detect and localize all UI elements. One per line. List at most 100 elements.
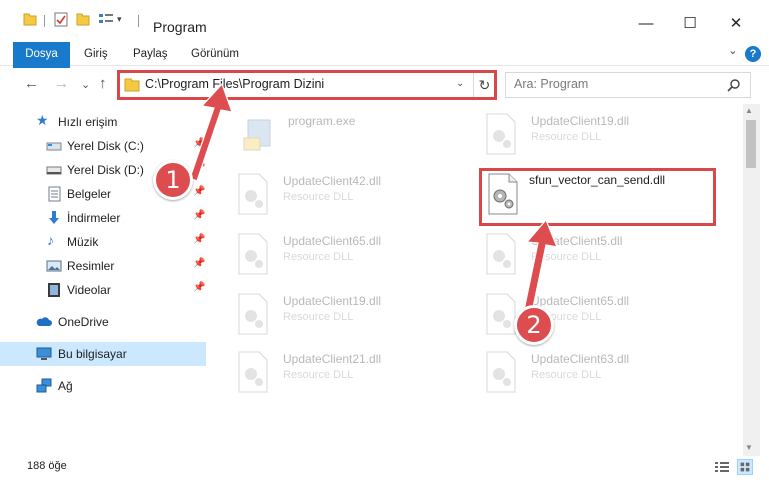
file-name: UpdateClient19.dll [531,114,630,128]
videos-icon [48,283,60,297]
file-name: UpdateClient5.dll [531,234,623,248]
dll-icon [238,293,268,335]
tab-view[interactable]: Görünüm [191,42,239,66]
pictures-icon [46,260,62,272]
scroll-down-icon[interactable]: ▼ [745,443,753,452]
close-button[interactable]: ✕ [716,10,756,38]
dll-icon [486,351,516,393]
up-arrow-icon[interactable]: ↑ [99,75,107,92]
status-bar [0,456,769,489]
scroll-up-icon[interactable]: ▲ [745,106,753,115]
drive-c-icon [46,142,62,151]
details-view-icon[interactable] [715,461,729,473]
file-name: UpdateClient65.dll [531,294,630,308]
file-name: UpdateClient19.dll [283,294,382,308]
pin-icon: 📌 [193,186,206,197]
folder-icon [23,13,37,26]
search-placeholder[interactable]: Ara: Program [514,77,588,91]
sidebar-item-label: İndirmeler [67,211,121,225]
program-exe-icon [243,119,271,151]
file-item[interactable]: UpdateClient65.dll Resource DLL [233,230,473,280]
navigation-pane: ★ Hızlı erişim Yerel Disk (C:) 📌 Yerel D… [0,104,212,456]
tab-share[interactable]: Paylaş [133,42,168,66]
sidebar-item-label: Resimler [67,259,115,273]
pin-icon: 📌 [193,234,206,245]
address-highlight-box [117,70,497,100]
sidebar-item-pictures[interactable]: Resimler 📌 [0,254,206,278]
collapse-ribbon-icon[interactable]: ⌄ [728,39,738,63]
sidebar-item-label: Hızlı erişim [58,115,118,129]
documents-icon [48,186,61,202]
file-item[interactable]: UpdateClient63.dll Resource DLL [481,348,721,398]
file-type: Resource DLL [531,369,602,381]
sidebar-item-videos[interactable]: Videolar 📌 [0,278,206,302]
file-item[interactable]: UpdateClient19.dll Resource DLL [481,110,721,160]
sidebar-item-downloads[interactable]: İndirmeler 📌 [0,206,206,230]
maximize-button[interactable]: ☐ [670,10,710,38]
recent-locations-icon[interactable]: ⌄ [81,78,90,91]
sidebar-item-label: Yerel Disk (D:) [67,163,144,177]
step-2-callout: 2 [514,305,554,345]
file-name: UpdateClient21.dll [283,352,382,366]
sidebar-item-drive-c[interactable]: Yerel Disk (C:) 📌 [0,134,206,158]
file-item[interactable]: UpdateClient42.dll Resource DLL [233,170,473,220]
back-arrow-icon[interactable]: ← [24,75,39,92]
window-title: Program [153,19,207,35]
item-count: 188 öğe [27,460,67,472]
sidebar-item-label: Bu bilgisayar [58,347,127,361]
drive-d-icon [46,166,62,175]
network-icon [36,378,52,393]
minimize-button[interactable]: — [626,10,666,38]
pin-icon: 📌 [193,282,206,293]
dll-icon [486,113,516,155]
pin-icon: 📌 [193,258,206,269]
scrollbar-thumb[interactable] [746,120,756,168]
search-icon[interactable] [727,78,741,92]
sidebar-item-this-pc[interactable]: Bu bilgisayar [0,342,206,366]
music-icon: ♪ [47,232,54,248]
pin-icon: 📌 [193,138,206,149]
sidebar-item-label: Videolar [67,283,111,297]
file-type: Resource DLL [283,191,354,203]
help-icon[interactable]: ? [745,46,761,62]
sidebar-item-label: Müzik [67,235,99,249]
sidebar-item-label: OneDrive [58,315,109,329]
sidebar-item-music[interactable]: ♪ Müzik 📌 [0,230,206,254]
large-icons-view-icon[interactable] [737,459,753,475]
sidebar-item-label: Ağ [58,379,73,393]
this-pc-icon [36,347,52,360]
file-name: UpdateClient63.dll [531,352,630,366]
dll-icon [486,233,516,275]
forward-arrow-icon[interactable]: → [54,75,69,92]
quick-access-toolbar-icon[interactable] [98,12,114,26]
file-item[interactable]: program.exe [238,110,478,160]
step-1-callout: 1 [153,160,193,200]
sidebar-item-network[interactable]: Ağ [0,374,206,398]
file-item[interactable]: UpdateClient19.dll Resource DLL [233,290,473,340]
file-name: UpdateClient42.dll [283,174,382,188]
file-type: Resource DLL [283,311,354,323]
file-item[interactable]: UpdateClient5.dll Resource DLL [481,230,721,280]
sidebar-item-label: Belgeler [67,187,112,201]
file-item[interactable]: UpdateClient21.dll Resource DLL [233,348,473,398]
file-type: Resource DLL [283,251,354,263]
separator [138,15,139,27]
new-folder-icon[interactable] [76,12,90,26]
sidebar-item-quick-access[interactable]: ★ Hızlı erişim [0,110,206,134]
dll-icon [238,233,268,275]
file-list: program.exe UpdateClient19.dll Resource … [213,104,743,456]
file-highlight-box [479,168,716,226]
properties-icon[interactable] [54,12,68,27]
pin-icon: 📌 [193,162,206,173]
file-name: program.exe [288,114,356,128]
customize-toolbar-icon[interactable]: ▾ [117,14,122,25]
title-bar: ▾ Program — ☐ ✕ [0,0,769,40]
ribbon-tabs: Dosya Giriş Paylaş Görünüm ⌄ ? [0,39,769,92]
dll-icon [238,173,268,215]
dll-icon [238,351,268,393]
sidebar-item-onedrive[interactable]: OneDrive [0,310,206,334]
file-type: Resource DLL [283,369,354,381]
downloads-icon [49,211,59,224]
separator [44,15,45,27]
tab-home[interactable]: Giriş [84,42,108,66]
